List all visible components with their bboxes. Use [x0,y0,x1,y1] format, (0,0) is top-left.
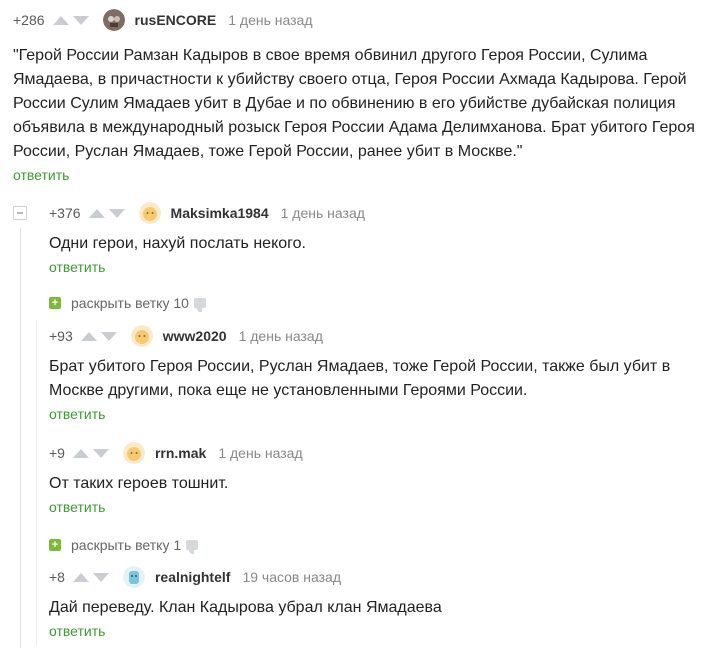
comment: +93 www2020 1 день назад Брат убитого Ге… [49,324,709,422]
comment-header: +376 Maksimka1984 1 день назад [49,201,709,225]
downvote-icon[interactable] [108,208,125,218]
upvote-icon[interactable] [88,208,105,218]
comment-header: +8 realnightelf 19 часов назад [49,565,709,589]
comment: +286 rusENCORE 1 день назад "Герой Росси… [13,8,713,183]
comment-time[interactable]: 1 день назад [239,328,323,344]
comment-time[interactable]: 1 день назад [281,205,365,221]
vote-controls [80,331,121,341]
comment-author[interactable]: www2020 [163,328,227,344]
comment-time[interactable]: 1 день назад [218,445,302,461]
comment-header: +286 rusENCORE 1 день назад [13,8,713,32]
comment: +9 rrn.mak 1 день назад От таких героев … [49,441,709,515]
downvote-icon[interactable] [100,331,117,341]
reply-link[interactable]: ответить [49,259,709,275]
avatar[interactable] [138,202,161,224]
comment-rating: +376 [49,205,81,221]
comment-text: Дай переведу. Клан Кадырова убрал клан Я… [49,599,442,616]
comment-count-icon [193,298,206,312]
comment-author[interactable]: rrn.mak [155,445,206,461]
upvote-icon[interactable] [80,331,97,341]
comment-rating: +9 [49,445,65,461]
comment: +376 Maksimka1984 1 день назад Одни геро… [49,201,709,275]
downvote-icon[interactable] [92,448,109,458]
comment-rating: +286 [13,12,45,28]
comment-count-icon [186,540,199,554]
vote-controls [72,572,113,582]
comment-text: Брат убитого Героя России, Руслан Ямадае… [49,358,671,399]
upvote-icon[interactable] [52,15,69,25]
reply-link[interactable]: ответить [49,623,709,639]
plus-icon: + [49,539,61,551]
avatar[interactable] [122,442,145,464]
reply-link[interactable]: ответить [13,167,713,183]
comment-time[interactable]: 19 часов назад [242,569,341,585]
downvote-icon[interactable] [72,15,89,25]
vote-controls [88,208,129,218]
comment-author[interactable]: rusENCORE [135,12,217,28]
downvote-icon[interactable] [92,572,109,582]
avatar[interactable] [122,566,145,588]
collapse-thread-button[interactable] [13,206,27,220]
upvote-icon[interactable] [72,448,89,458]
comment-header: +93 www2020 1 день назад [49,324,709,348]
reply-link[interactable]: ответить [49,499,709,515]
comment-author[interactable]: realnightelf [155,569,230,585]
upvote-icon[interactable] [72,572,89,582]
thread-line[interactable] [36,320,37,645]
comment-rating: +93 [49,328,73,344]
comment-time[interactable]: 1 день назад [228,12,312,28]
expand-branch-button[interactable]: + раскрыть ветку 10 [49,295,206,312]
reply-link[interactable]: ответить [49,406,709,422]
comment-author[interactable]: Maksimka1984 [171,205,269,221]
comment-text: Одни герои, нахуй послать некого. [49,235,306,252]
comment-rating: +8 [49,569,65,585]
expand-branch-label: раскрыть ветку 10 [71,295,189,311]
vote-controls [52,15,93,25]
expand-branch-button[interactable]: + раскрыть ветку 1 [49,537,199,554]
vote-controls [72,448,113,458]
expand-branch-label: раскрыть ветку 1 [71,537,182,553]
thread-line[interactable] [20,228,21,648]
avatar[interactable] [102,9,125,31]
comment: +8 realnightelf 19 часов назад Дай перев… [49,565,709,639]
plus-icon: + [49,297,61,309]
comment-header: +9 rrn.mak 1 день назад [49,441,709,465]
avatar[interactable] [130,325,153,347]
comment-text: "Герой России Рамзан Кадыров в свое врем… [13,47,695,160]
comment-text: От таких героев тошнит. [49,475,229,492]
